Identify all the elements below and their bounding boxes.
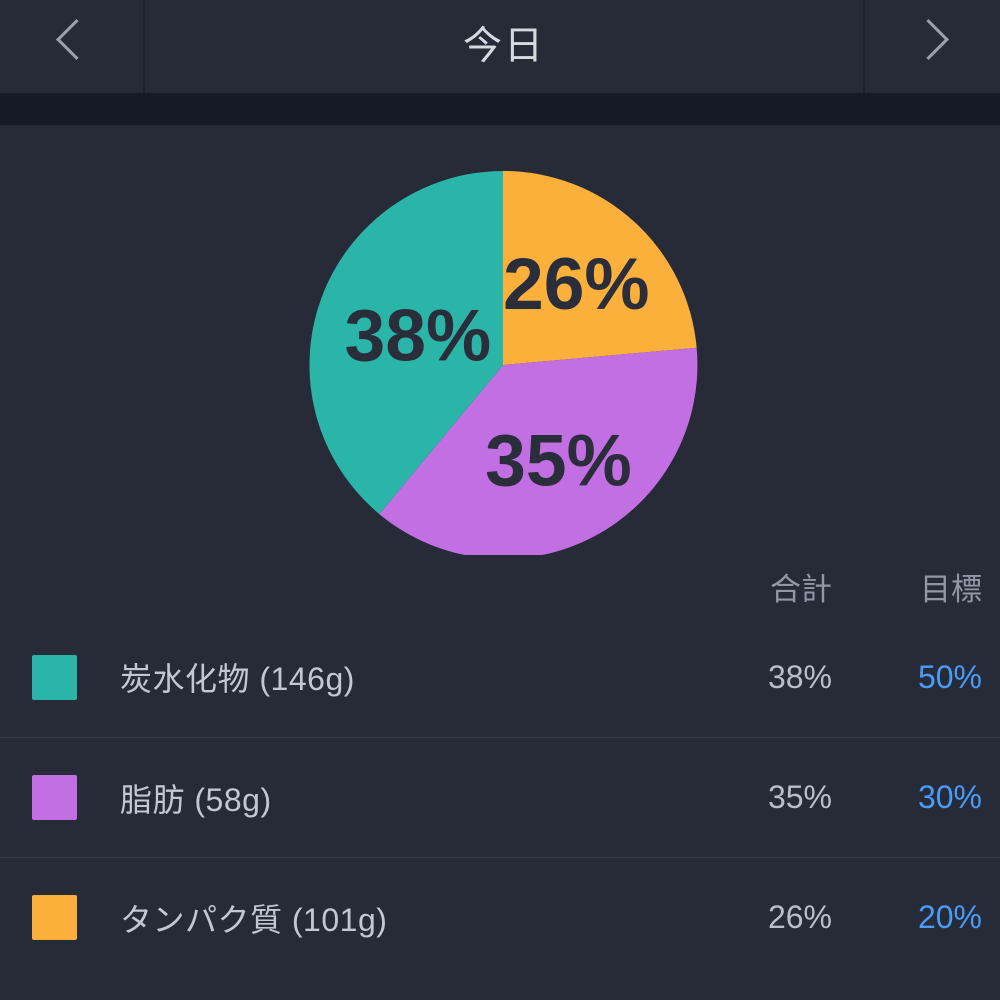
- macro-legend-table: 合計 目標 炭水化物 (146g) 38% 50% 脂肪 (58g) 35% 3…: [0, 555, 1000, 977]
- header-divider-left: [143, 0, 145, 93]
- pie-label-protein: 26%: [503, 243, 650, 325]
- pie-label-carbs: 38%: [345, 295, 492, 377]
- column-header-total: 合計: [770, 571, 832, 607]
- pie-label-fat: 35%: [485, 419, 632, 501]
- color-swatch-carbs: [32, 654, 77, 700]
- row-goal-protein[interactable]: 20%: [832, 899, 1000, 936]
- color-swatch-protein: [32, 895, 77, 940]
- table-row[interactable]: 脂肪 (58g) 35% 30%: [0, 737, 1000, 857]
- row-goal-fat[interactable]: 30%: [832, 779, 1000, 816]
- section-separator-band: [0, 93, 1000, 125]
- table-row[interactable]: 炭水化物 (146g) 38% 50%: [0, 617, 1000, 737]
- macro-breakdown-screen: 今日 26% 35% 38% 合計 目標 炭水化物 (146g) 38% 50%…: [0, 0, 1000, 1000]
- row-label-fat: 脂肪 (58g): [120, 781, 272, 818]
- row-total-carbs: 38%: [767, 658, 832, 695]
- column-header-goal: 目標: [920, 571, 982, 607]
- row-label-protein: タンパク質 (101g): [120, 901, 388, 938]
- row-goal-carbs[interactable]: 50%: [832, 659, 1000, 696]
- row-label-carbs: 炭水化物 (146g): [120, 661, 355, 697]
- date-navigator: 今日: [0, 0, 1000, 93]
- legend-header-row: 合計 目標: [0, 555, 1000, 617]
- header-divider-right: [863, 0, 865, 93]
- macro-pie-chart-area: 26% 35% 38%: [0, 125, 1000, 559]
- chevron-left-icon: [55, 18, 97, 61]
- row-total-fat: 35%: [767, 779, 832, 815]
- current-date-label: 今日: [462, 25, 545, 68]
- table-row[interactable]: タンパク質 (101g) 26% 20%: [0, 857, 1000, 977]
- chevron-right-icon: [907, 18, 949, 61]
- color-swatch-fat: [32, 775, 77, 820]
- pie-svg: 26% 35% 38%: [309, 170, 698, 559]
- macro-pie-chart[interactable]: 26% 35% 38%: [305, 167, 701, 563]
- previous-day-button[interactable]: [0, 0, 144, 93]
- next-day-button[interactable]: [864, 0, 1000, 93]
- row-total-protein: 26%: [767, 899, 832, 935]
